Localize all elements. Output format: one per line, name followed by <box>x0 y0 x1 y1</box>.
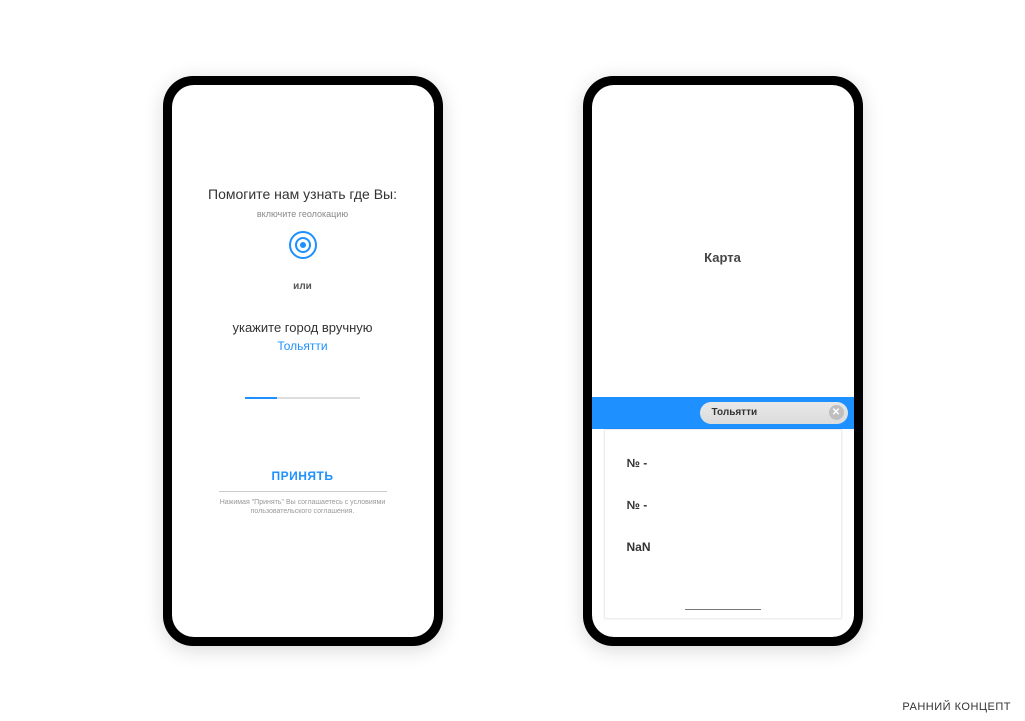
result-row[interactable]: № - <box>605 442 841 484</box>
result-row[interactable]: NaN <box>605 526 841 568</box>
target-icon <box>295 237 311 253</box>
or-divider: или <box>172 281 434 292</box>
geo-subtext: включите геолокацию <box>172 209 434 219</box>
map-placeholder-label: Карта <box>592 250 854 265</box>
legal-text: Нажимая "Принять" Вы соглашаетесь с усло… <box>218 498 388 516</box>
divider <box>219 491 387 492</box>
search-input[interactable]: Тольятти ✕ <box>700 402 848 424</box>
clear-search-icon[interactable]: ✕ <box>829 405 844 420</box>
phone-mock-left: Помогите нам узнать где Вы: включите гео… <box>163 76 443 646</box>
screen-location-setup: Помогите нам узнать где Вы: включите гео… <box>172 85 434 637</box>
results-sheet: № - № - NaN <box>604 429 842 619</box>
search-input-value: Тольятти <box>712 407 758 418</box>
footer-caption: РАННИЙ КОНЦЕПТ <box>902 701 1011 713</box>
progress-bar <box>245 397 360 399</box>
city-link[interactable]: Тольятти <box>172 339 434 353</box>
sheet-handle[interactable] <box>685 609 761 610</box>
manual-city-label: укажите город вручную <box>172 320 434 335</box>
search-bar: Тольятти ✕ <box>592 397 854 429</box>
geolocation-button[interactable] <box>289 231 317 259</box>
result-row[interactable]: № - <box>605 484 841 526</box>
location-heading: Помогите нам узнать где Вы: <box>202 185 404 204</box>
screen-map-search: Карта Тольятти ✕ № - № - NaN <box>592 85 854 637</box>
accept-button[interactable]: ПРИНЯТЬ <box>172 469 434 483</box>
phone-mock-right: Карта Тольятти ✕ № - № - NaN <box>583 76 863 646</box>
